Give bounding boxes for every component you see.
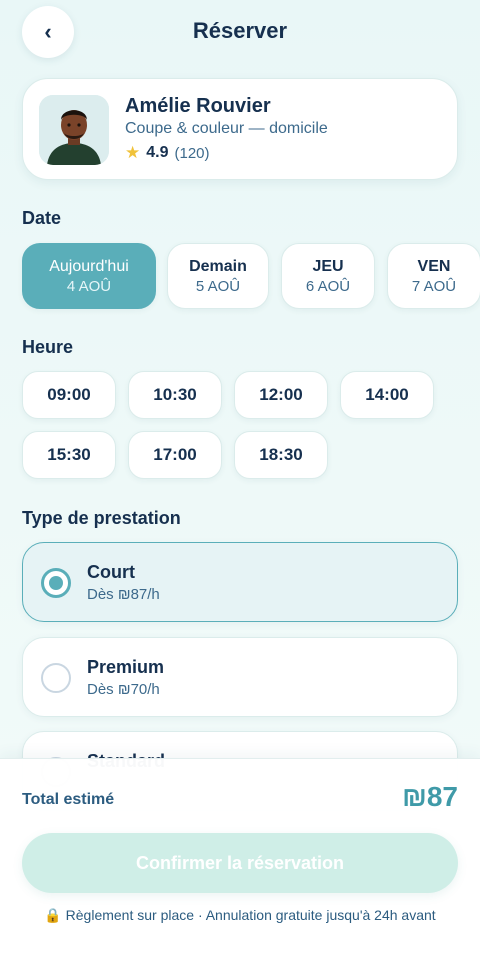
header: ‹ Réserver [0,6,480,58]
date-date: 4 AOÛ [66,278,112,295]
confirm-button[interactable]: Confirmer la réservation [22,833,458,893]
date-section-label: Date [22,208,62,228]
service-name: Premium [87,657,165,677]
star-icon: ★ [125,143,141,162]
time-slot-grid: 09:00 10:30 12:00 14:00 15:30 17:00 18:3… [22,371,462,481]
radio-dot [49,576,63,590]
date-date: 7 AOÛ [411,278,457,295]
professional-name: Amélie Rouvier [125,95,271,117]
time-slot[interactable]: 17:00 [128,431,222,479]
date-date: 6 AOÛ [305,278,351,295]
service-price: Dès ₪70/h [87,681,160,698]
date-option-thursday[interactable]: JEU 6 AOÛ [281,243,375,309]
radio-unselected[interactable] [41,663,71,693]
total-value: ₪87 [402,781,458,812]
date-day: Aujourd'hui [49,258,129,275]
service-option-premium[interactable]: Premium Dès ₪70/h [22,637,458,717]
date-date: 5 AOÛ [195,278,241,295]
page-title: Réserver [192,18,288,43]
date-option-friday[interactable]: VEN 7 AOÛ [387,243,480,309]
payment-note: 🔒 Règlement sur place · Annulation gratu… [44,907,436,923]
radio-selected[interactable] [41,568,71,598]
service-name: Court [87,562,135,582]
time-section-label: Heure [22,337,74,357]
date-day: Demain [189,258,247,275]
rating-value: 4.9 [146,144,169,161]
date-selector: Aujourd'hui 4 AOÛ Demain 5 AOÛ JEU 6 AOÛ… [22,243,480,309]
review-count: (120) [174,144,210,162]
service-option-court[interactable]: Court Dès ₪87/h [22,542,458,622]
professional-specialty: Coupe & couleur — domicile [125,120,328,137]
time-slot[interactable]: 10:30 [128,371,222,419]
rating: ★ 4.9 (120) [125,143,210,163]
professional-card[interactable]: Amélie Rouvier Coupe & couleur — domicil… [22,78,458,180]
date-day: JEU [312,258,344,275]
avatar [39,95,109,165]
booking-footer: Total estimé ₪87 Confirmer la réservatio… [0,758,480,960]
date-option-today[interactable]: Aujourd'hui 4 AOÛ [22,243,156,309]
total-label: Total estimé [22,791,115,808]
time-slot[interactable]: 09:00 [22,371,116,419]
time-slot[interactable]: 18:30 [234,431,328,479]
time-slot[interactable]: 12:00 [234,371,328,419]
time-slot[interactable]: 15:30 [22,431,116,479]
service-price: Dès ₪87/h [87,586,160,603]
avatar-illustration [39,95,109,165]
service-section-label: Type de prestation [22,508,181,528]
time-slot[interactable]: 14:00 [340,371,434,419]
date-day: VEN [417,258,451,275]
date-option-tomorrow[interactable]: Demain 5 AOÛ [167,243,269,309]
